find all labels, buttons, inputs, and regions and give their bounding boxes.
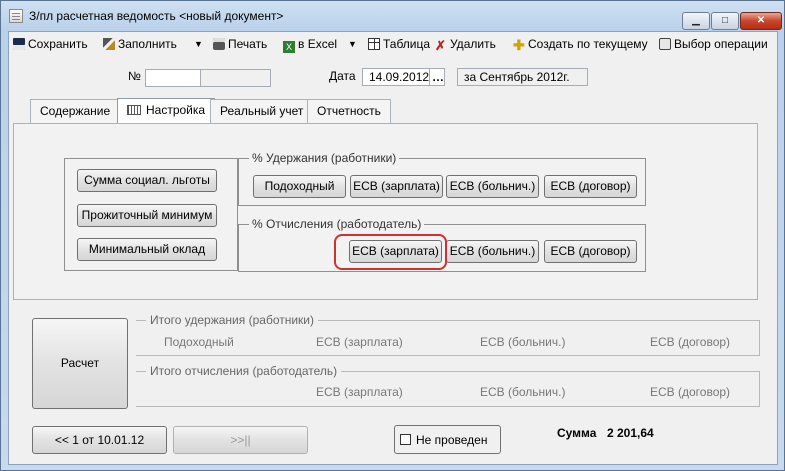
- fill-dropdown-arrow[interactable]: ▼: [194, 36, 203, 52]
- tab-reporting[interactable]: Отчетность: [307, 99, 391, 123]
- settings-tab-icon: [127, 105, 141, 115]
- table-button[interactable]: Таблица: [368, 36, 430, 52]
- date-label: Дата: [329, 69, 356, 83]
- number-label: №: [128, 69, 141, 83]
- tab-settings[interactable]: Настройка: [117, 98, 216, 124]
- subsistence-minimum-button[interactable]: Прожиточный минимум: [77, 204, 217, 227]
- total-esv-salary: ЕСВ (зарплата): [316, 335, 403, 349]
- save-button[interactable]: Сохранить: [13, 36, 88, 52]
- window-title: З/пл расчетная ведомость <новый документ…: [29, 9, 284, 23]
- deduction-income-tax-button[interactable]: Подоходный: [253, 175, 346, 198]
- document-icon: [9, 9, 23, 23]
- tab-content[interactable]: Содержание: [30, 99, 121, 123]
- fill-button[interactable]: Заполнить: [103, 36, 177, 52]
- calculate-button[interactable]: Расчет: [32, 318, 128, 409]
- settings-panel: Сумма социал. льготы Прожиточный минимум…: [13, 123, 758, 300]
- delete-button[interactable]: ✗ Удалить: [435, 36, 496, 52]
- delete-x-icon: ✗: [435, 38, 446, 53]
- red-highlight-ring: [334, 234, 447, 270]
- charges-totals-frame: Итого отчисления (работодатель) ЕСВ (зар…: [136, 364, 760, 407]
- table-icon: [368, 38, 380, 50]
- deductions-group: % Удержания (работники) Подоходный ЕСВ (…: [238, 151, 646, 206]
- total-charge-esv-salary: ЕСВ (зарплата): [316, 385, 403, 399]
- period-field: за Сентябрь 2012г.: [457, 68, 588, 86]
- create-from-current-button[interactable]: ✚ Создать по текущему: [513, 36, 648, 52]
- minimize-button[interactable]: ▁: [682, 12, 710, 30]
- social-benefit-button[interactable]: Сумма социал. льготы: [77, 169, 217, 192]
- toolbar: Сохранить Заполнить ▼ Печать Xв Excel ▼ …: [9, 32, 777, 56]
- close-button[interactable]: ✕: [740, 12, 782, 30]
- charges-totals-title: Итого отчисления (работодатель): [146, 364, 342, 378]
- total-esv-sick: ЕСВ (больнич.): [480, 335, 566, 349]
- date-picker-button[interactable]: …: [429, 68, 445, 86]
- deduction-esv-salary-button[interactable]: ЕСВ (зарплата): [350, 175, 443, 198]
- plus-icon: ✚: [513, 37, 525, 53]
- deductions-totals-frame: Итого удержания (работники) Подоходный Е…: [136, 313, 760, 356]
- total-charge-esv-sick: ЕСВ (больнич.): [480, 385, 566, 399]
- deductions-totals-title: Итого удержания (работники): [146, 313, 318, 327]
- date-field[interactable]: 14.09.2012: [362, 68, 430, 86]
- not-posted-checkbox[interactable]: [400, 434, 411, 445]
- minimum-salary-button[interactable]: Минимальный оклад: [77, 238, 217, 261]
- tab-real-accounting[interactable]: Реальный учет: [210, 99, 314, 123]
- excel-icon: X: [283, 41, 295, 53]
- app-window: З/пл расчетная ведомость <новый документ…: [0, 0, 785, 471]
- printer-icon: [213, 38, 225, 50]
- deduction-esv-sick-button[interactable]: ЕСВ (больнич.): [446, 175, 539, 198]
- total-esv-contract: ЕСВ (договор): [650, 335, 731, 349]
- client-area: Сохранить Заполнить ▼ Печать Xв Excel ▼ …: [8, 31, 778, 465]
- excel-button[interactable]: Xв Excel: [283, 36, 337, 53]
- fill-icon: [103, 38, 115, 50]
- operation-icon: [659, 38, 671, 50]
- charge-esv-contract-button[interactable]: ЕСВ (договор): [544, 240, 637, 263]
- deductions-title: % Удержания (работники): [249, 151, 400, 165]
- charges-title: % Отчисления (работодатель): [249, 217, 425, 231]
- deduction-esv-contract-button[interactable]: ЕСВ (договор): [544, 175, 637, 198]
- floppy-icon: [13, 38, 25, 50]
- sum-value: 2 201,64: [607, 426, 654, 440]
- previous-document-button[interactable]: << 1 от 10.01.12: [32, 426, 167, 454]
- sum-label: Сумма: [557, 426, 597, 440]
- not-posted-label: Не проведен: [416, 433, 488, 447]
- maximize-button[interactable]: □: [711, 12, 739, 30]
- not-posted-checkbox-frame[interactable]: Не проведен: [394, 425, 501, 454]
- choose-operation-button[interactable]: Выбор операции: [659, 36, 768, 52]
- number-field[interactable]: [145, 69, 201, 87]
- title-bar[interactable]: З/пл расчетная ведомость <новый документ…: [1, 1, 784, 31]
- charge-esv-sick-button[interactable]: ЕСВ (больнич.): [446, 240, 539, 263]
- excel-dropdown-arrow[interactable]: ▼: [348, 36, 357, 52]
- print-button[interactable]: Печать: [213, 36, 267, 52]
- next-document-button[interactable]: >>||: [173, 426, 308, 454]
- total-charge-esv-contract: ЕСВ (договор): [650, 385, 731, 399]
- number-suffix-field[interactable]: [200, 69, 271, 87]
- total-income-tax: Подоходный: [164, 335, 234, 349]
- limits-group: Сумма социал. льготы Прожиточный минимум…: [64, 158, 238, 271]
